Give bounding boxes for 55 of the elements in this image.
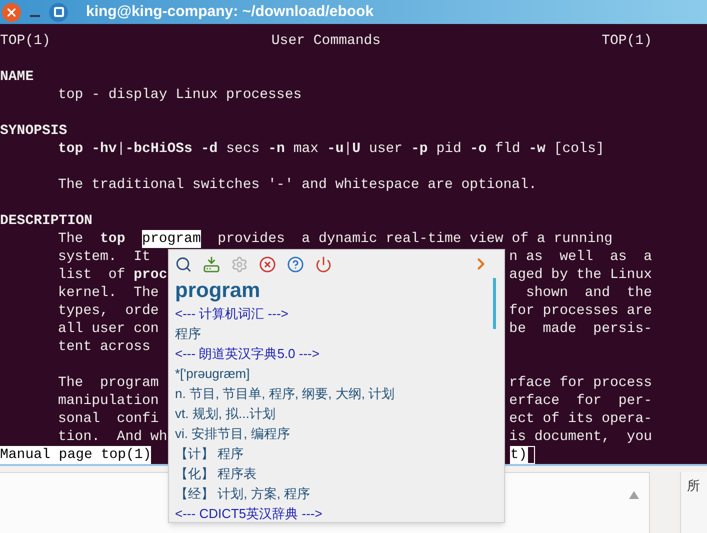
- definition-text: 【化】 程序表: [175, 465, 257, 483]
- download-icon[interactable]: [203, 256, 220, 272]
- selected-word: program: [142, 230, 201, 248]
- dictionary-source: <--- 计算机词汇 --->: [175, 305, 288, 323]
- close-icon: [5, 6, 18, 18]
- dictionary-source: <--- 朗道英汉字典5.0 --->: [175, 345, 320, 363]
- scrollbar-thumb[interactable]: [493, 278, 496, 329]
- help-icon[interactable]: [287, 256, 304, 272]
- man-text: types, orde: [58, 303, 159, 319]
- man-text: be made persis-: [509, 320, 652, 338]
- power-icon[interactable]: [315, 256, 332, 272]
- man-text: kernel. The: [58, 285, 159, 301]
- man-text: rface for process: [509, 374, 652, 392]
- man-text: tent across: [58, 339, 150, 355]
- section-heading: NAME: [0, 69, 34, 85]
- man-text: provides a dynamic real-time view of a running: [216, 230, 613, 248]
- man-text: shown and the: [526, 284, 652, 302]
- man-text: The program: [58, 375, 159, 391]
- man-text: erface for per-: [509, 392, 652, 410]
- section-heading: DESCRIPTION: [0, 213, 92, 229]
- dictionary-source: <--- CDICT5英汉辞典 --->: [175, 505, 322, 523]
- man-text: aged by the Linux: [509, 266, 652, 284]
- man-text: all user con: [58, 321, 159, 337]
- man-text: for processes are: [509, 302, 652, 320]
- definition-text: 【计】 程序: [175, 445, 244, 463]
- man-text: manipulation: [58, 393, 159, 409]
- man-text: system. It: [58, 249, 150, 265]
- man-text: top - display Linux processes: [58, 87, 302, 103]
- man-text: n as well as a: [509, 248, 652, 266]
- close-button[interactable]: [2, 2, 21, 22]
- section-heading: SYNOPSIS: [0, 123, 68, 139]
- man-header: TOP(1): [602, 32, 652, 50]
- close-icon[interactable]: [259, 256, 276, 272]
- man-text: tion. And wh: [58, 429, 168, 445]
- man-text: sonal confi: [58, 411, 159, 427]
- search-icon[interactable]: [175, 256, 192, 272]
- side-panel-label: 所: [687, 478, 700, 493]
- definition-text: *['prəugræm]: [175, 365, 250, 383]
- definition-text: 程序: [175, 325, 201, 343]
- maximize-button[interactable]: [49, 2, 68, 22]
- man-text: list of proc: [58, 267, 168, 283]
- dictionary-word: program: [175, 278, 260, 304]
- window-title: king@king-company: ~/download/ebook: [86, 2, 374, 22]
- man-header: User Commands: [271, 32, 381, 50]
- man-text: The top: [58, 230, 126, 248]
- man-text: is document, you: [509, 428, 652, 446]
- up-arrow-icon[interactable]: [629, 491, 639, 499]
- definition-text: 【经】 计划, 方案, 程序: [175, 485, 310, 503]
- man-text: The traditional switches '-' and whitespace are optional.: [58, 177, 537, 193]
- man-text: top -hv|-bcHiOSs -d secs -n max -u|U user -p pid -o fld -w [cols]: [58, 141, 604, 157]
- definition-text: vi. 安排节目, 编程序: [175, 425, 290, 443]
- definition-text: vt. 规划, 拟...计划: [175, 405, 276, 423]
- man-header: TOP(1): [0, 32, 50, 50]
- man-text: ect of its opera-: [509, 410, 652, 428]
- definition-text: n. 节目, 节目单, 程序, 纲要, 大纲, 计划: [175, 385, 395, 403]
